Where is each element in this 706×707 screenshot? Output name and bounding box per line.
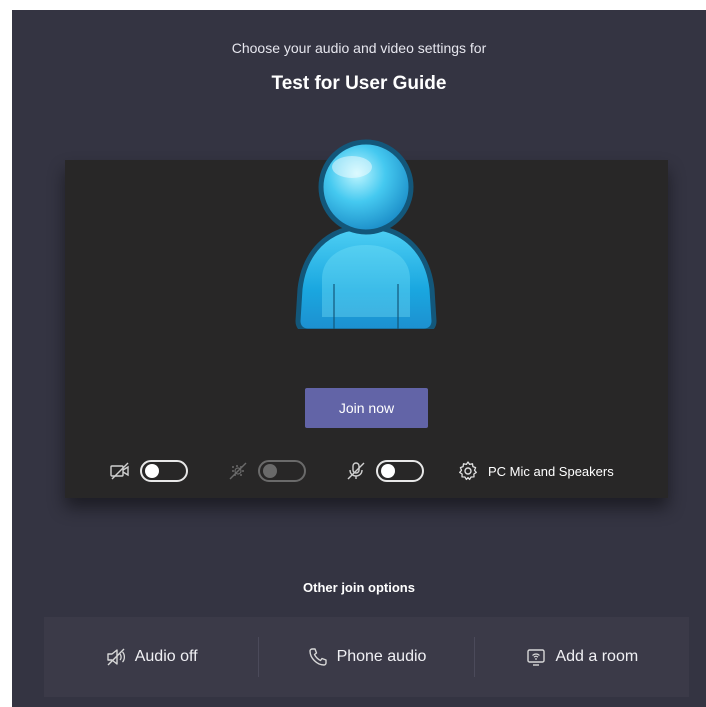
phone-icon [307,646,329,668]
mic-off-icon [345,460,367,482]
mic-toggle[interactable] [376,460,424,482]
device-label: PC Mic and Speakers [488,463,614,479]
device-settings-button[interactable]: PC Mic and Speakers [457,457,614,485]
speaker-off-icon [105,646,127,668]
join-now-button[interactable]: Join now [305,388,428,428]
toggle-knob [381,464,395,478]
toggle-knob [145,464,159,478]
cast-room-icon [525,646,547,668]
camera-control [109,457,188,485]
audio-off-label: Audio off [134,648,198,665]
meeting-title: Test for User Guide [271,73,447,94]
mic-control [345,457,424,485]
audio-off-option[interactable]: Audio off [44,617,258,697]
gear-icon [457,460,479,482]
camera-off-icon [109,460,131,482]
camera-toggle[interactable] [140,460,188,482]
background-blur-icon [227,460,249,482]
other-options-heading: Other join options [303,580,415,595]
user-avatar-icon [295,139,437,329]
prejoin-screen: Choose your audio and video settings for… [12,10,706,707]
phone-audio-label: Phone audio [336,648,427,665]
add-room-option[interactable]: Add a room [475,617,689,697]
phone-audio-option[interactable]: Phone audio [259,617,473,697]
background-toggle [258,460,306,482]
video-preview: Join now PC Mic and Speakers [65,139,668,498]
add-room-label: Add a room [555,648,639,665]
toggle-knob [263,464,277,478]
settings-subtitle: Choose your audio and video settings for [231,40,487,56]
background-control [227,457,306,485]
other-join-options: Audio off Phone audio Add a room [44,617,689,697]
